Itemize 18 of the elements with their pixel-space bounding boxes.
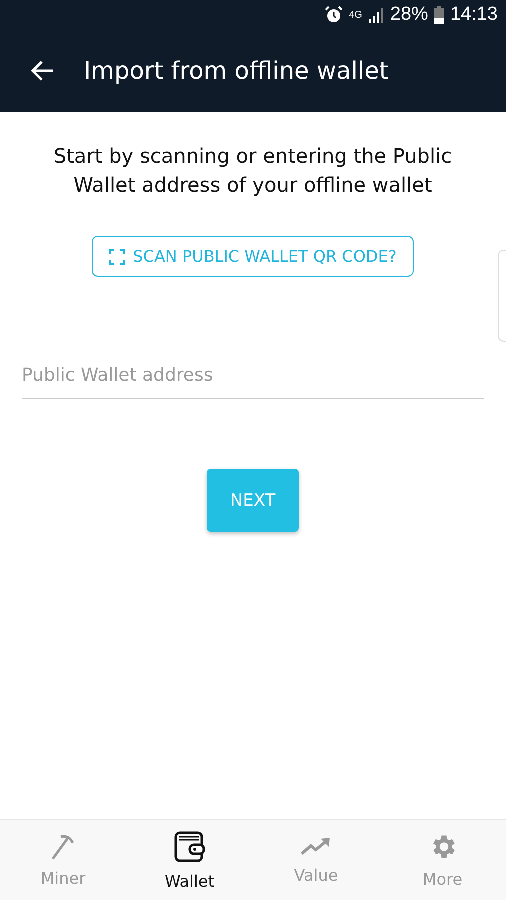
nav-tab[interactable]: Value [253,820,380,900]
network-type: 4G [349,10,362,20]
trending-up-icon [300,836,332,858]
signal-icon [368,7,384,23]
battery-percent: 28% [390,4,428,26]
scan-frame-icon [109,248,126,264]
nav-tab[interactable]: Wallet [126,820,253,900]
back-arrow-icon[interactable] [30,60,54,82]
wallet-icon [172,830,207,864]
clock: 14:13 [450,4,498,26]
alarm-icon [325,6,344,24]
screen-title: Import from offline wallet [84,57,389,85]
nav-tab[interactable]: More [380,820,506,900]
scan-qr-button[interactable]: SCAN PUBLIC WALLET QR CODE? [92,236,414,277]
next-button[interactable]: NEXT [207,469,299,532]
battery-icon [434,6,444,24]
instruction-text: Start by scanning or entering the Public Wallet address of your offline wallet [52,143,454,199]
nav-tab[interactable]: Miner [0,820,126,900]
